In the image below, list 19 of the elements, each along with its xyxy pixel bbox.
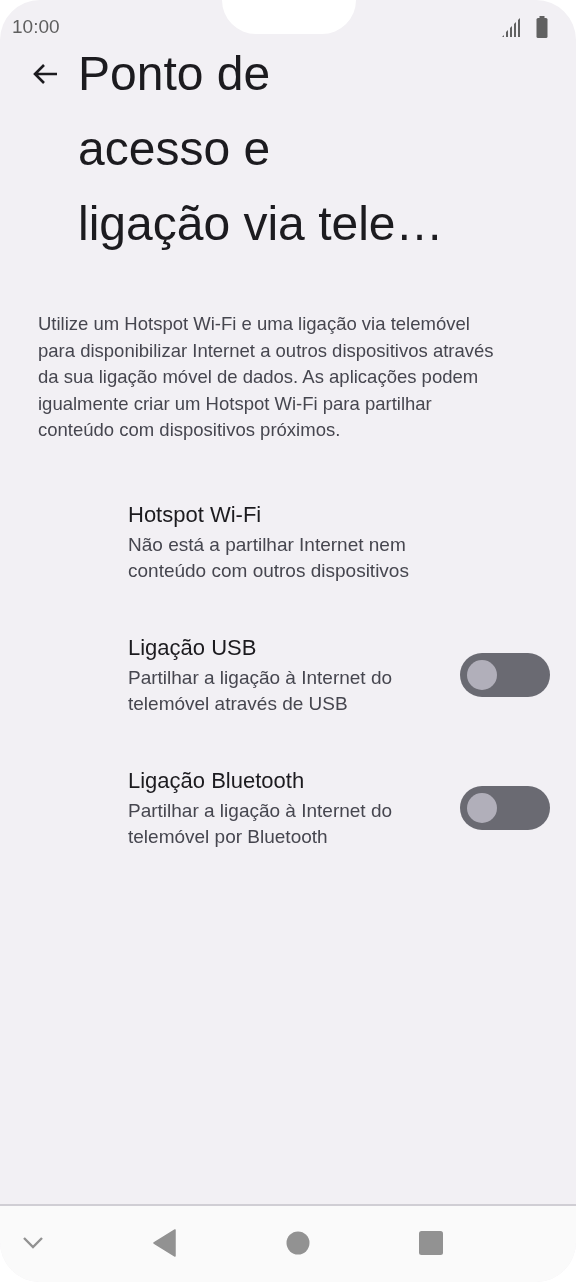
setting-summary: Não está a partilhar Internet nem conteúdo com outros dispositivos	[128, 532, 410, 583]
back-icon[interactable]	[153, 1229, 177, 1257]
page-title: acesso e	[78, 121, 272, 177]
home-icon[interactable]	[286, 1231, 310, 1255]
setting-title[interactable]: Hotspot Wi-Fi	[128, 499, 550, 530]
description-text: Utilize um Hotspot Wi-Fi e uma ligação via telemóvel para disponibilizar Internet a outros dispositivos através da sua ligação móvel de dados. As aplicações podem igualmente criar um Hotspot Wi-Fi para partilhar conteúdo com dispositivos próximos.	[38, 312, 495, 442]
battery-icon	[536, 16, 548, 38]
page-title: ligação via tele…	[78, 196, 444, 252]
status-time: 10:00	[12, 16, 60, 38]
setting-summary: Partilhar a ligação à Internet do telemóvel através de USB	[128, 665, 394, 716]
toggle-switch[interactable]	[460, 652, 550, 697]
signal-icon	[500, 18, 522, 38]
setting-summary: Partilhar a ligação à Internet do telemóvel por Bluetooth	[128, 798, 394, 849]
back-arrow-icon[interactable]	[32, 62, 58, 86]
chevron-down-icon[interactable]	[22, 1236, 44, 1250]
setting-title[interactable]: Ligação Bluetooth	[128, 765, 460, 796]
page-title: Ponto de	[78, 46, 272, 102]
toggle-switch[interactable]	[460, 785, 550, 830]
setting-title[interactable]: Ligação USB	[128, 632, 460, 663]
